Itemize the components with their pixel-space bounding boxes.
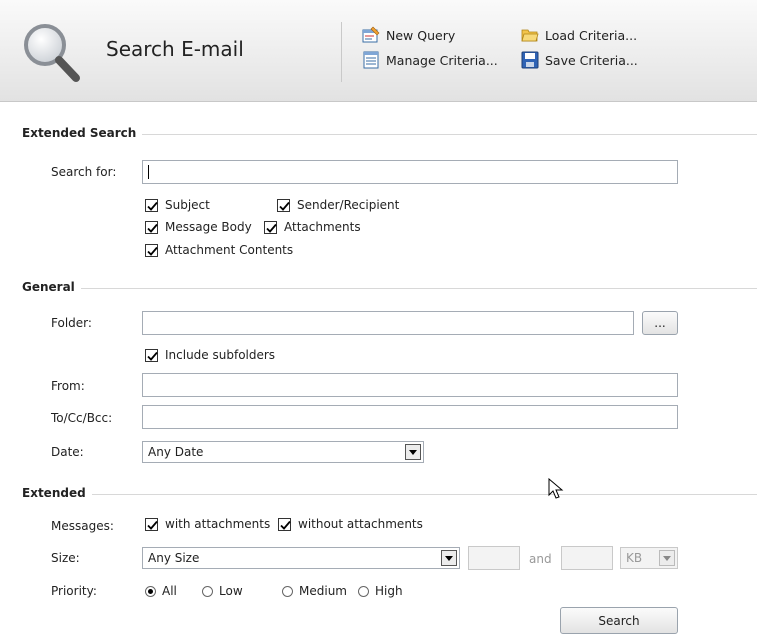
- subject-label: Subject: [165, 198, 210, 212]
- priority-all-radio[interactable]: All: [145, 584, 177, 598]
- new-query-icon: [362, 26, 380, 43]
- load-folder-icon: [521, 29, 539, 42]
- message-body-label: Message Body: [165, 220, 252, 234]
- attachments-check-box[interactable]: [264, 220, 277, 234]
- new-query-label: New Query: [386, 27, 456, 43]
- check-icon: [266, 223, 277, 233]
- from-input[interactable]: [142, 373, 678, 397]
- extended-section: Extended: [0, 486, 757, 502]
- magnifier-icon: [24, 24, 80, 82]
- subject-check-box[interactable]: [145, 198, 158, 212]
- size-min-input[interactable]: [468, 546, 520, 570]
- manage-criteria-button[interactable]: Manage Criteria...: [362, 51, 498, 69]
- priority-all-label: All: [162, 584, 177, 598]
- date-label: Date:: [51, 445, 84, 459]
- folder-label: Folder:: [51, 316, 92, 330]
- priority-medium-radio[interactable]: Medium: [282, 584, 347, 598]
- search-button[interactable]: Search: [560, 607, 678, 634]
- size-label: Size:: [51, 551, 80, 565]
- size-select-value: Any Size: [148, 551, 200, 565]
- include-subfolders-label: Include subfolders: [165, 348, 276, 362]
- with-attachments-check-box[interactable]: [145, 517, 158, 531]
- include-subfolders-checkbox[interactable]: Include subfolders: [145, 348, 275, 362]
- attachment-contents-checkbox[interactable]: Attachment Contents: [145, 243, 293, 257]
- check-icon: [147, 201, 158, 211]
- save-criteria-button[interactable]: Save Criteria...: [521, 51, 638, 69]
- load-criteria-button[interactable]: Load Criteria...: [521, 26, 637, 44]
- browse-folder-button[interactable]: ...: [642, 311, 678, 335]
- folder-input[interactable]: [142, 311, 634, 335]
- check-icon: [279, 201, 290, 211]
- priority-low-label: Low: [219, 584, 243, 598]
- size-unit-value: KB: [626, 551, 643, 565]
- date-select-value: Any Date: [148, 445, 204, 459]
- attachments-checkbox[interactable]: Attachments: [264, 220, 361, 234]
- save-disk-icon: [521, 51, 539, 69]
- check-icon: [147, 351, 158, 361]
- header-bar: Search E-mail New Query Manage Criteria.…: [0, 0, 757, 102]
- mouse-pointer-icon: [548, 478, 564, 499]
- without-attachments-label: without attachments: [298, 517, 423, 531]
- extended-heading: Extended: [22, 486, 92, 500]
- subject-checkbox[interactable]: Subject: [145, 198, 210, 212]
- attachment-contents-check-box[interactable]: [145, 243, 158, 257]
- search-input[interactable]: [142, 160, 678, 184]
- page-title: Search E-mail: [106, 37, 244, 61]
- attachments-label: Attachments: [284, 220, 361, 234]
- save-criteria-label: Save Criteria...: [545, 52, 638, 68]
- extended-search-section: Extended Search: [0, 126, 757, 142]
- messages-label: Messages:: [51, 519, 114, 533]
- priority-low-radio[interactable]: Low: [202, 584, 243, 598]
- search-for-label: Search for:: [51, 165, 117, 179]
- radio-button[interactable]: [358, 585, 369, 597]
- without-attachments-checkbox[interactable]: without attachments: [278, 517, 423, 531]
- with-attachments-checkbox[interactable]: with attachments: [145, 517, 270, 531]
- include-subfolders-check-box[interactable]: [145, 348, 158, 362]
- chevron-down-icon[interactable]: [659, 550, 675, 566]
- size-select[interactable]: Any Size: [142, 547, 460, 569]
- sender-recipient-checkbox[interactable]: Sender/Recipient: [277, 198, 399, 212]
- check-icon: [147, 223, 158, 233]
- general-heading: General: [22, 280, 81, 294]
- to-cc-bcc-input[interactable]: [142, 405, 678, 429]
- section-divider: [22, 494, 757, 495]
- from-label: From:: [51, 379, 85, 393]
- priority-medium-label: Medium: [299, 584, 347, 598]
- and-label: and: [529, 552, 552, 566]
- message-body-check-box[interactable]: [145, 220, 158, 234]
- check-icon: [147, 246, 158, 256]
- general-section: General: [0, 280, 757, 296]
- check-icon: [147, 520, 158, 530]
- sender-recipient-check-box[interactable]: [277, 198, 290, 212]
- size-max-input[interactable]: [561, 546, 613, 570]
- message-body-checkbox[interactable]: Message Body: [145, 220, 252, 234]
- sender-recipient-label: Sender/Recipient: [297, 198, 400, 212]
- attachment-contents-label: Attachment Contents: [165, 243, 294, 257]
- radio-button[interactable]: [282, 585, 293, 597]
- chevron-down-icon[interactable]: [441, 550, 457, 566]
- with-attachments-label: with attachments: [165, 517, 271, 531]
- radio-button[interactable]: [202, 585, 213, 597]
- priority-high-radio[interactable]: High: [358, 584, 403, 598]
- extended-search-heading: Extended Search: [22, 126, 143, 140]
- chevron-down-icon[interactable]: [405, 444, 421, 460]
- section-divider: [22, 288, 757, 289]
- new-query-button[interactable]: New Query: [362, 26, 455, 44]
- check-icon: [280, 520, 291, 530]
- manage-criteria-label: Manage Criteria...: [386, 52, 498, 68]
- text-caret: [148, 165, 149, 179]
- size-unit-select[interactable]: KB: [620, 547, 678, 569]
- radio-button[interactable]: [145, 585, 156, 597]
- priority-label: Priority:: [51, 584, 97, 598]
- without-attachments-check-box[interactable]: [278, 517, 291, 531]
- manage-criteria-icon: [363, 51, 379, 69]
- header-divider: [341, 22, 342, 82]
- priority-high-label: High: [375, 584, 403, 598]
- date-select[interactable]: Any Date: [142, 441, 424, 463]
- load-criteria-label: Load Criteria...: [545, 27, 638, 43]
- to-cc-bcc-label: To/Cc/Bcc:: [51, 411, 113, 425]
